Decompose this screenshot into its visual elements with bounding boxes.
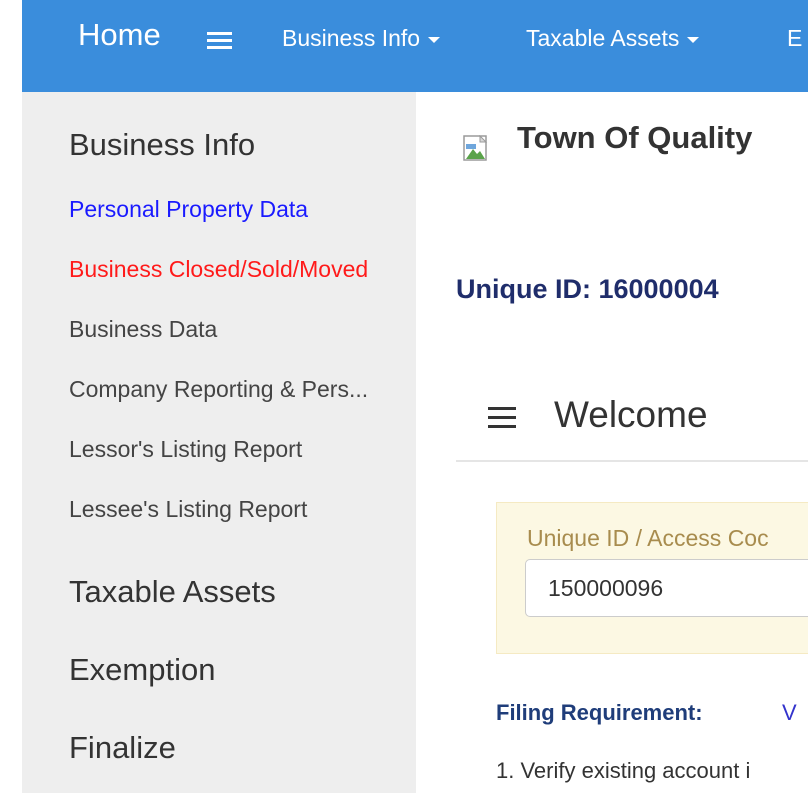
sidebar-item-lessees-listing[interactable]: Lessee's Listing Report (69, 496, 415, 523)
nav-taxable-assets-label: Taxable Assets (526, 25, 680, 51)
menu-icon[interactable] (488, 407, 516, 429)
sidebar-item-business-data[interactable]: Business Data (69, 316, 415, 343)
nav-exemption-dropdown[interactable]: E (787, 25, 802, 52)
sidebar-item-business-closed[interactable]: Business Closed/Sold/Moved (69, 256, 415, 283)
town-title: Town Of Quality (517, 120, 753, 155)
unique-id-heading: Unique ID: 16000004 (456, 274, 719, 304)
nav-home-link[interactable]: Home (78, 17, 161, 53)
sidebar-heading-business-info[interactable]: Business Info (69, 127, 255, 163)
access-code-panel: Unique ID / Access Coc (496, 502, 808, 654)
sidebar-item-lessors-listing[interactable]: Lessor's Listing Report (69, 436, 415, 463)
divider (456, 460, 808, 462)
access-code-label: Unique ID / Access Coc (527, 525, 769, 551)
sidebar-heading-exemption[interactable]: Exemption (69, 652, 215, 688)
nav-exemption-label: E (787, 25, 803, 51)
access-code-input[interactable] (525, 559, 808, 617)
sidebar: Business Info Personal Property Data Bus… (22, 92, 416, 793)
nav-business-info-dropdown[interactable]: Business Info (282, 25, 441, 52)
top-navbar: Home Business Info Taxable Assets E (22, 0, 808, 92)
welcome-title: Welcome (554, 394, 708, 435)
chevron-down-icon (428, 36, 441, 43)
broken-image-icon (463, 135, 488, 161)
chevron-down-icon (687, 36, 700, 43)
sidebar-heading-finalize[interactable]: Finalize (69, 730, 176, 766)
sidebar-item-personal-property-data[interactable]: Personal Property Data (69, 196, 415, 223)
filing-requirement-label: Filing Requirement: (496, 700, 703, 725)
filing-requirement-link[interactable]: V (782, 700, 797, 726)
menu-icon[interactable] (207, 32, 232, 49)
sidebar-heading-taxable-assets[interactable]: Taxable Assets (69, 574, 276, 610)
main-content: Town Of Quality Unique ID: 16000004 Welc… (416, 92, 808, 793)
page: Home Business Info Taxable Assets E Busi… (0, 0, 808, 793)
nav-business-info-label: Business Info (282, 25, 421, 51)
nav-taxable-assets-dropdown[interactable]: Taxable Assets (526, 25, 700, 52)
instruction-step-1: 1. Verify existing account i (496, 758, 751, 783)
sidebar-item-company-reporting[interactable]: Company Reporting & Pers... (69, 376, 415, 403)
